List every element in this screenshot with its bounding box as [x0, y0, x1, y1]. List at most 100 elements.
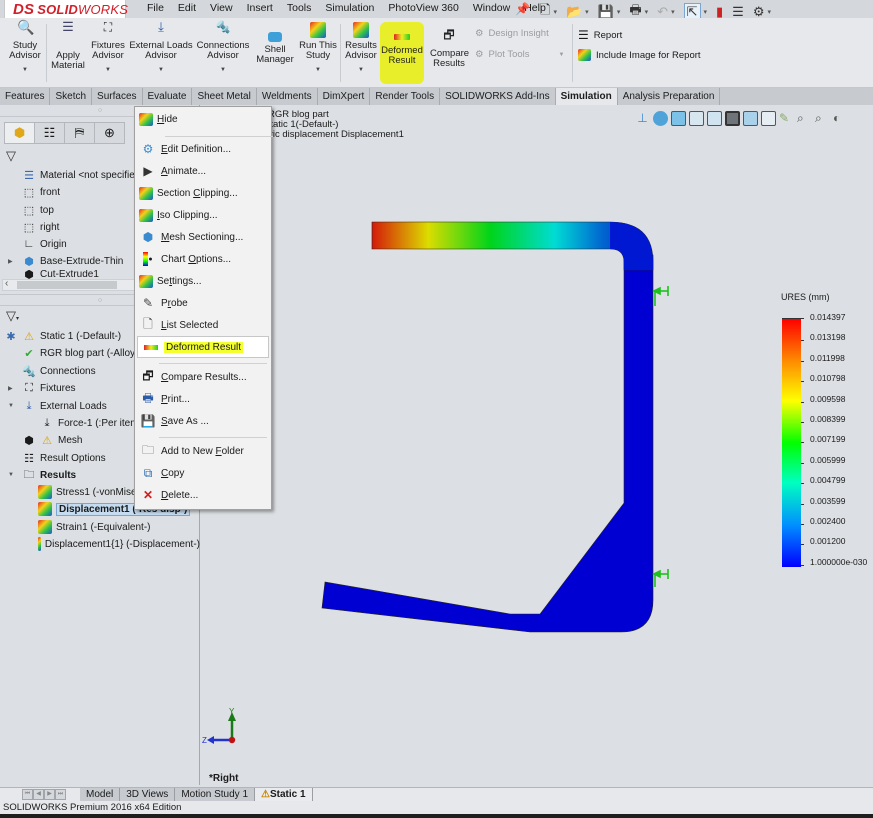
plane-icon: ⬚: [23, 186, 35, 199]
chart-options-icon: ●: [139, 251, 157, 267]
tree-item-front-plane[interactable]: ⬚ front: [22, 184, 60, 200]
tree-item-fixtures[interactable]: ▶ ⛶ Fixtures: [8, 380, 76, 396]
menu-item-animate[interactable]: ▶ Animate...: [135, 160, 271, 182]
deformed-result-icon: [142, 339, 160, 355]
tree-item-top-plane[interactable]: ⬚ top: [22, 202, 54, 218]
tree-item-strain-plot[interactable]: Strain1 (-Equivalent-): [38, 519, 150, 535]
tree-item-cut-extrude[interactable]: ⬢ Cut-Extrude1: [22, 270, 99, 279]
tree-item-static-study[interactable]: ✱ ⚠ Static 1 (-Default-): [4, 328, 121, 344]
expand-arrow-icon[interactable]: ▶: [8, 385, 13, 392]
menu-item-probe[interactable]: ✎ Probe: [135, 292, 271, 314]
menu-item-add-to-new-folder[interactable]: 🗀 Add to New Folder: [135, 440, 271, 462]
tree-item-results[interactable]: ▼ 🗀 Results: [8, 467, 76, 483]
list-selected-icon: 🗋: [143, 316, 153, 331]
tree-item-right-plane[interactable]: ⬚ right: [22, 219, 60, 235]
printer-icon: 🖶: [142, 390, 154, 405]
menu-item-print[interactable]: 🖶 Print...: [135, 388, 271, 410]
tree-item-base-extrude[interactable]: ▶ ⬢ Base-Extrude-Thin: [8, 253, 123, 269]
last-tab-icon[interactable]: ⏭: [55, 789, 66, 800]
expand-arrow-icon[interactable]: ▶: [8, 258, 13, 265]
legend-tick: [801, 503, 804, 505]
plane-icon: ⬚: [23, 221, 35, 234]
collapse-arrow-icon[interactable]: ▼: [8, 472, 14, 478]
tree-item-material[interactable]: ☰ Material <not specified>: [22, 167, 146, 183]
legend-tick: [801, 462, 804, 464]
delete-x-icon: ✕: [142, 488, 154, 502]
menu-item-delete[interactable]: ✕ Delete...: [135, 484, 271, 506]
filter-dropdown-icon[interactable]: ▽▾: [6, 308, 19, 324]
force-arrow-icon: ⤓: [44, 416, 50, 429]
crosshair-icon: ⊕: [104, 125, 115, 140]
cut-extrude-icon: ⬢: [24, 270, 34, 279]
legend-tick: [801, 381, 804, 383]
plane-icon: ⬚: [23, 204, 35, 217]
tab-3d-views[interactable]: 3D Views: [120, 788, 176, 801]
filter-icon[interactable]: ▽: [6, 148, 16, 164]
legend-label: 0.011998: [810, 352, 845, 363]
property-list-icon: ☷: [43, 125, 56, 140]
menu-item-edit-definition[interactable]: ⚙ Edit Definition...: [135, 138, 271, 160]
section-clipping-icon: [139, 186, 153, 200]
next-tab-icon[interactable]: ▶: [44, 789, 55, 800]
tree-item-result-options[interactable]: ☷ Result Options: [22, 450, 106, 466]
coordinate-triad: [207, 712, 236, 744]
connections-icon: 🔩: [22, 365, 36, 378]
probe-icon: ✎: [142, 296, 154, 310]
property-manager-tab[interactable]: ☷: [34, 122, 65, 144]
tree-item-displacement-plot-2[interactable]: Displacement1{1} (-Displacement-): [38, 536, 200, 552]
tree-item-connections[interactable]: 🔩 Connections: [22, 363, 95, 379]
menu-separator: [159, 437, 267, 438]
stress-plot-icon: [38, 485, 52, 499]
tree-item-stress-plot[interactable]: Stress1 (-vonMises-): [38, 484, 148, 500]
menu-item-compare-results[interactable]: 🗗 Compare Results...: [135, 366, 271, 388]
iso-clipping-icon: [139, 208, 153, 222]
deformed-part-bottom[interactable]: [321, 254, 654, 633]
legend-label: 0.002400: [810, 516, 846, 526]
scroll-left-icon[interactable]: ‹: [5, 278, 8, 289]
legend-color-bar[interactable]: [782, 319, 801, 567]
legend-label: 0.003599: [810, 495, 846, 506]
menu-item-copy[interactable]: ⧉ Copy: [135, 462, 271, 484]
first-tab-icon[interactable]: ⏮: [22, 789, 33, 800]
scrollbar-thumb[interactable]: [17, 281, 117, 289]
menu-item-settings[interactable]: Settings...: [135, 270, 271, 292]
tree-item-external-loads[interactable]: ▼ ⤓ External Loads: [8, 398, 107, 414]
triad-y-label: Y: [229, 707, 235, 716]
tab-model[interactable]: Model: [80, 788, 121, 801]
status-bar: SOLIDWORKS Premium 2016 x64 Edition: [0, 801, 873, 814]
configuration-manager-tab[interactable]: ⛿: [64, 122, 95, 144]
origin-icon: ∟: [23, 238, 35, 250]
legend-tick: [801, 340, 804, 342]
menu-item-hide[interactable]: Hide: [135, 108, 271, 130]
dimxpert-tab[interactable]: ⊕: [94, 122, 125, 144]
tree-item-origin[interactable]: ∟ Origin: [22, 236, 67, 252]
tree-item-mesh[interactable]: ⬢ ⚠ Mesh: [22, 432, 82, 448]
warning-icon: ⚠: [24, 330, 34, 343]
menu-item-save-as[interactable]: 💾 Save As ...: [135, 410, 271, 432]
menu-item-deformed-result[interactable]: Deformed Result: [137, 336, 269, 358]
feature-tree-tab[interactable]: ⬢: [4, 122, 35, 144]
tab-motion-study[interactable]: Motion Study 1: [175, 788, 256, 801]
menu-item-iso-clipping[interactable]: Iso Clipping...: [135, 204, 271, 226]
menu-item-mesh-sectioning[interactable]: ⬢ Mesh Sectioning...: [135, 226, 271, 248]
feature-manager-tabs: ⬢ ☷ ⛿ ⊕: [4, 122, 125, 144]
menu-item-chart-options[interactable]: ● Chart Options...: [135, 248, 271, 270]
bottom-tabs: ⏮ ◀ ▶ ⏭ Model 3D Views Motion Study 1 ⚠Stat…: [0, 787, 873, 801]
collapse-arrow-icon[interactable]: ▼: [8, 403, 14, 409]
menu-item-section-clipping[interactable]: Section Clipping...: [135, 182, 271, 204]
copy-icon: ⧉: [143, 465, 153, 480]
deformed-part-corner: [610, 222, 653, 270]
legend-label: 0.005999: [810, 454, 846, 465]
legend-label: 0.010798: [810, 373, 846, 384]
legend-tick: [801, 442, 804, 444]
edit-definition-icon: ⚙: [142, 142, 154, 156]
tab-static-study[interactable]: ⚠Static 1: [255, 788, 313, 801]
menu-item-list-selected[interactable]: 🗋 List Selected: [135, 314, 271, 336]
tab-navigation: ⏮ ◀ ▶ ⏭: [22, 789, 66, 800]
configuration-icon: ⛿: [74, 125, 85, 140]
fixture-symbol-upper: [652, 286, 669, 306]
legend-label: 0.013198: [810, 332, 846, 343]
view-name: *Right: [209, 773, 239, 784]
prev-tab-icon[interactable]: ◀: [33, 789, 44, 800]
compare-results-icon: 🗗: [142, 368, 154, 383]
